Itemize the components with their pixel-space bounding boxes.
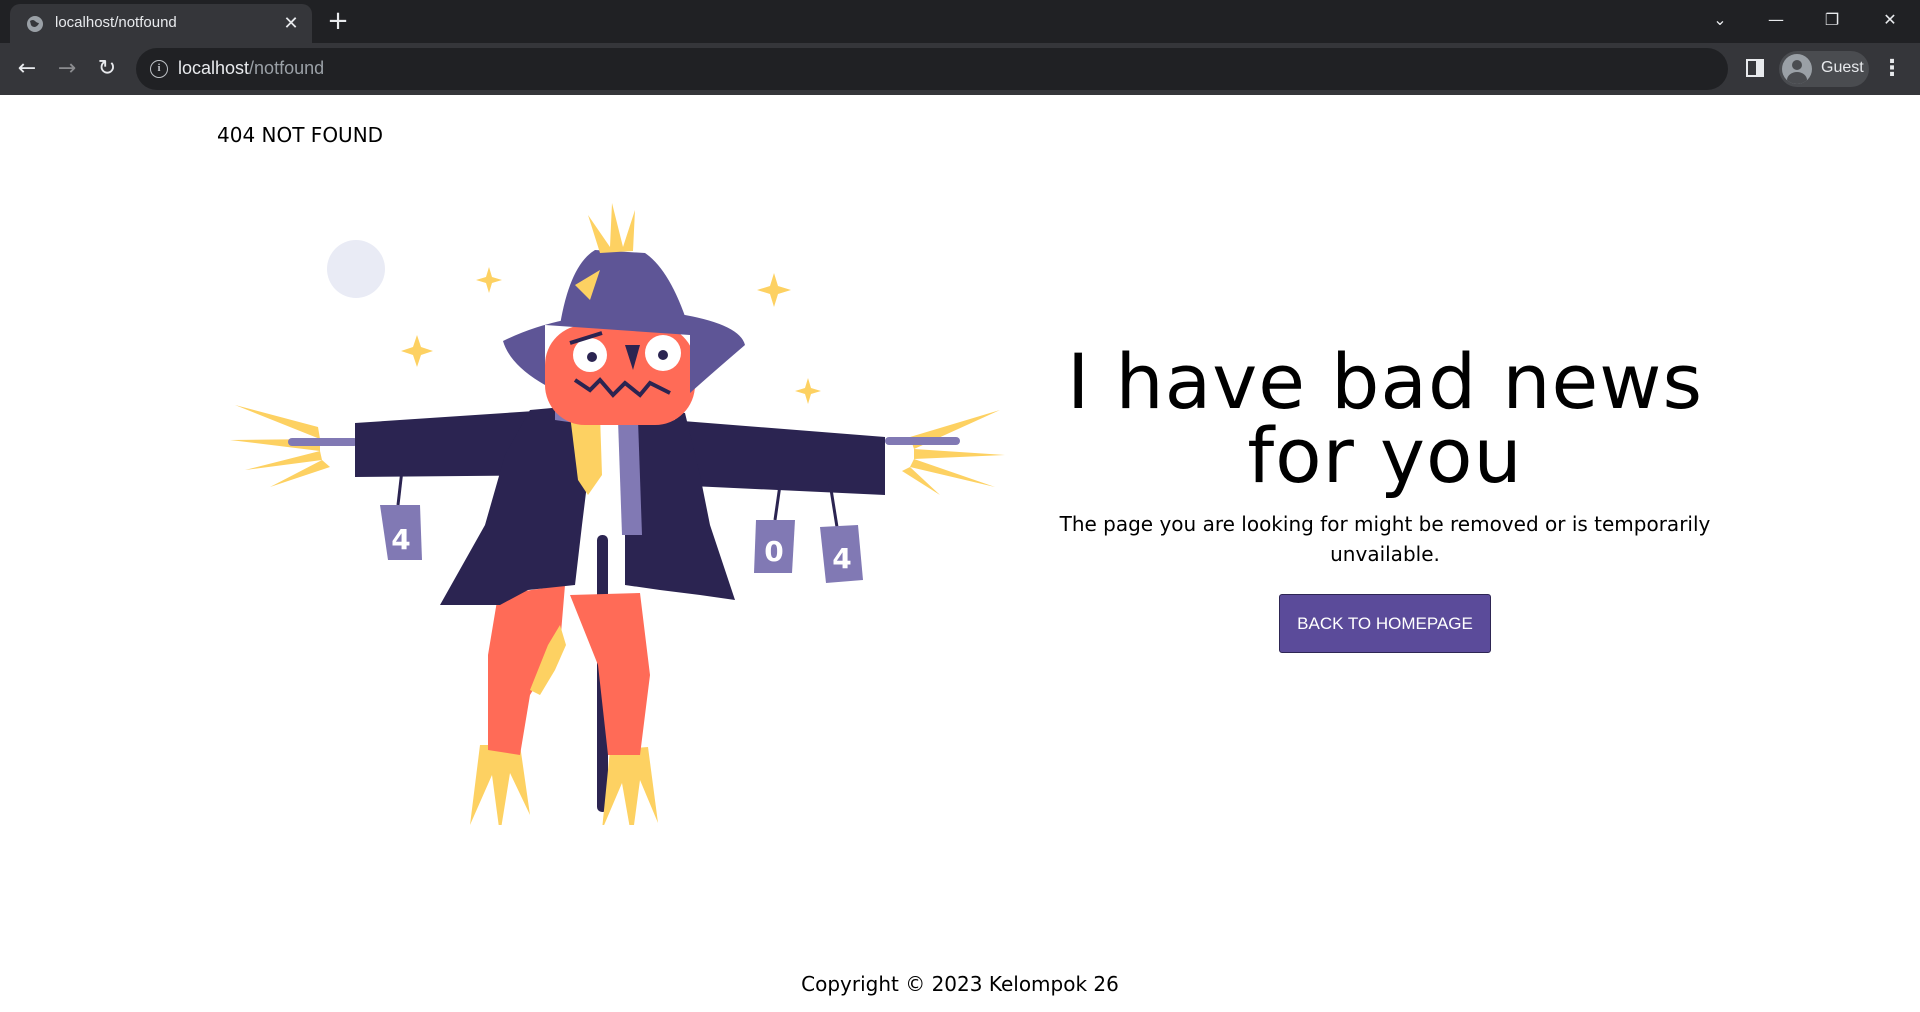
can-label-1: 0 <box>764 535 783 568</box>
page-content: 404 NOT FOUND 4 0 4 I have bad news for … <box>0 95 1920 1012</box>
brand-title: 404 NOT FOUND <box>217 123 384 147</box>
straw-right <box>902 410 1005 495</box>
can-label-2: 4 <box>832 542 851 575</box>
footer-copyright: Copyright © 2023 Kelompok 26 <box>801 972 1119 996</box>
browser-toolbar: ← → ↻ i localhost/notfound Guest ⋮ <box>0 43 1920 95</box>
more-menu-icon[interactable]: ⋮ <box>1880 53 1904 85</box>
back-button[interactable]: ← <box>11 53 43 85</box>
tab-strip: localhost/notfound ✕ + ⌄ — ❐ ✕ <box>0 0 1920 43</box>
page-headline: I have bad news for you <box>1040 344 1730 494</box>
url-text[interactable]: localhost/notfound <box>178 58 324 79</box>
can-left: 4 <box>380 469 422 560</box>
error-description: The page you are looking for might be re… <box>1059 512 1711 566</box>
globe-icon <box>27 16 43 32</box>
straw-feet <box>470 745 658 825</box>
active-tab[interactable]: localhost/notfound ✕ <box>10 4 312 43</box>
can-middle: 0 <box>754 484 795 573</box>
hat-straw <box>588 203 635 253</box>
tab-search-icon[interactable]: ⌄ <box>1700 6 1740 34</box>
tab-close-icon[interactable]: ✕ <box>280 13 302 35</box>
forward-button[interactable]: → <box>51 53 83 85</box>
profile-button[interactable]: Guest <box>1779 51 1869 87</box>
profile-name: Guest <box>1821 59 1864 76</box>
url-host: localhost <box>178 58 250 78</box>
error-message-block: I have bad news for you The page you are… <box>1040 344 1730 653</box>
avatar-icon <box>1782 54 1812 84</box>
reload-button[interactable]: ↻ <box>91 53 123 85</box>
close-window-button[interactable]: ✕ <box>1870 6 1910 34</box>
minimize-button[interactable]: — <box>1756 6 1796 34</box>
headline-line-2: for you <box>1247 411 1523 500</box>
site-info-icon[interactable]: i <box>150 60 168 78</box>
can-right: 4 <box>820 482 863 583</box>
restore-button[interactable]: ❐ <box>1812 6 1852 34</box>
side-panel-icon[interactable] <box>1746 59 1764 77</box>
url-path: /notfound <box>249 58 325 78</box>
scarecrow-illustration: 4 0 4 <box>230 203 1005 825</box>
tab-title: localhost/notfound <box>55 14 177 31</box>
new-tab-button[interactable]: + <box>325 8 351 34</box>
moon-shape <box>327 240 385 298</box>
back-to-homepage-button[interactable]: BACK TO HOMEPAGE <box>1279 594 1491 653</box>
can-label-0: 4 <box>391 523 410 556</box>
address-bar[interactable]: i localhost/notfound <box>136 48 1728 90</box>
